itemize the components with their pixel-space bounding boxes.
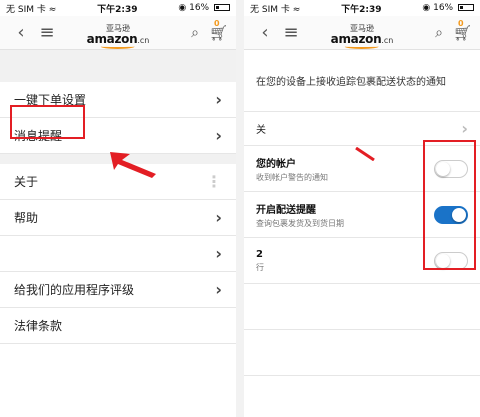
logo-text: amazon: [330, 32, 382, 46]
top-nav-bar: ‹ ≡ 亚马逊 amazon.cn ⌕ 🛒︎ 0: [0, 16, 236, 50]
left-phone-screen: 无 SIM 卡 ≈ 下午2:39 ◉ 16% ‹ ≡ 亚马逊 amazon.cn…: [0, 0, 236, 417]
cart-icon[interactable]: 🛒︎ 0: [209, 19, 228, 42]
lock-icon: ◉: [422, 3, 431, 13]
setting-subtitle: 收到帐户警告的通知: [256, 172, 328, 182]
empty-row: [244, 330, 480, 376]
back-icon[interactable]: ‹: [252, 16, 278, 50]
menu-icon[interactable]: ≡: [278, 16, 304, 50]
cart-icon[interactable]: 🛒︎ 0: [453, 19, 472, 42]
chevron-right-icon: ›: [215, 90, 222, 109]
search-icon[interactable]: ⌕: [435, 25, 443, 41]
chevron-right-icon: ›: [215, 280, 222, 299]
empty-row: [244, 376, 480, 417]
top-nav-bar: ‹ ≡ 亚马逊 amazon.cn ⌕ 🛒︎ 0: [244, 16, 480, 50]
setting-title: 您的帐户: [256, 158, 296, 170]
empty-row: [244, 284, 480, 330]
logo-domain: .cn: [381, 36, 394, 45]
status-bar: 无 SIM 卡 ≈ 下午2:39 ◉ 16%: [244, 0, 480, 16]
battery-percent: 16%: [433, 3, 454, 13]
search-icon[interactable]: ⌕: [191, 25, 199, 41]
screenshot-stage: 无 SIM 卡 ≈ 下午2:39 ◉ 16% ‹ ≡ 亚马逊 amazon.cn…: [0, 0, 480, 417]
menu-item-blank[interactable]: ›: [0, 236, 236, 272]
chevron-right-icon: ›: [215, 244, 222, 263]
red-arrow-icon: [110, 152, 156, 178]
menu-item-label: 帮助: [14, 211, 39, 225]
menu-item-label: 给我们的应用程序评级: [14, 283, 135, 297]
amazon-logo[interactable]: 亚马逊 amazon.cn: [86, 23, 150, 49]
highlight-box: [10, 105, 85, 139]
status-time: 下午2:39: [341, 4, 382, 15]
amazon-logo[interactable]: 亚马逊 amazon.cn: [330, 23, 394, 49]
section-gap: [0, 50, 236, 82]
status-bar: 无 SIM 卡 ≈ 下午2:39 ◉ 16%: [0, 0, 236, 16]
lock-icon: ◉: [178, 3, 187, 13]
cart-count: 0: [213, 19, 220, 28]
menu-item-help[interactable]: 帮助 ›: [0, 200, 236, 236]
logo-domain: .cn: [137, 36, 150, 45]
setting-title: 开启配送提醒: [256, 204, 316, 216]
wifi-icon: ≈: [292, 4, 301, 15]
wifi-icon: ≈: [48, 4, 57, 15]
menu-item-legal[interactable]: 法律条款: [0, 308, 236, 344]
cart-count: 0: [457, 19, 464, 28]
menu-item-label: 法律条款: [14, 319, 63, 333]
menu-icon[interactable]: ≡: [34, 16, 60, 50]
setting-subtitle: 行: [256, 262, 264, 272]
setting-title: 2: [256, 248, 263, 260]
setting-subtitle: 查询包裹发货及到货日期: [256, 218, 344, 228]
back-icon[interactable]: ‹: [8, 16, 34, 50]
logo-text: amazon: [86, 32, 138, 46]
battery-percent: 16%: [189, 3, 210, 13]
carrier-label: 无 SIM 卡: [250, 4, 290, 15]
battery-icon: [457, 4, 474, 11]
toggle-highlight-box: [423, 140, 476, 270]
notification-intro: 在您的设备上接收追踪包裹配送状态的通知: [244, 50, 480, 112]
chevron-right-icon: ›: [215, 126, 222, 145]
setting-label: 关: [256, 125, 266, 136]
status-time: 下午2:39: [97, 4, 138, 15]
battery-icon: [213, 4, 230, 11]
red-pointer-icon: [355, 147, 375, 161]
chevron-right-icon: ›: [461, 119, 468, 138]
menu-item-rate-app[interactable]: 给我们的应用程序评级 ›: [0, 272, 236, 308]
menu-item-label: 关于: [14, 175, 39, 189]
chevron-right-icon: ⋮: [206, 172, 222, 191]
carrier-label: 无 SIM 卡: [6, 4, 46, 15]
chevron-right-icon: ›: [215, 208, 222, 227]
